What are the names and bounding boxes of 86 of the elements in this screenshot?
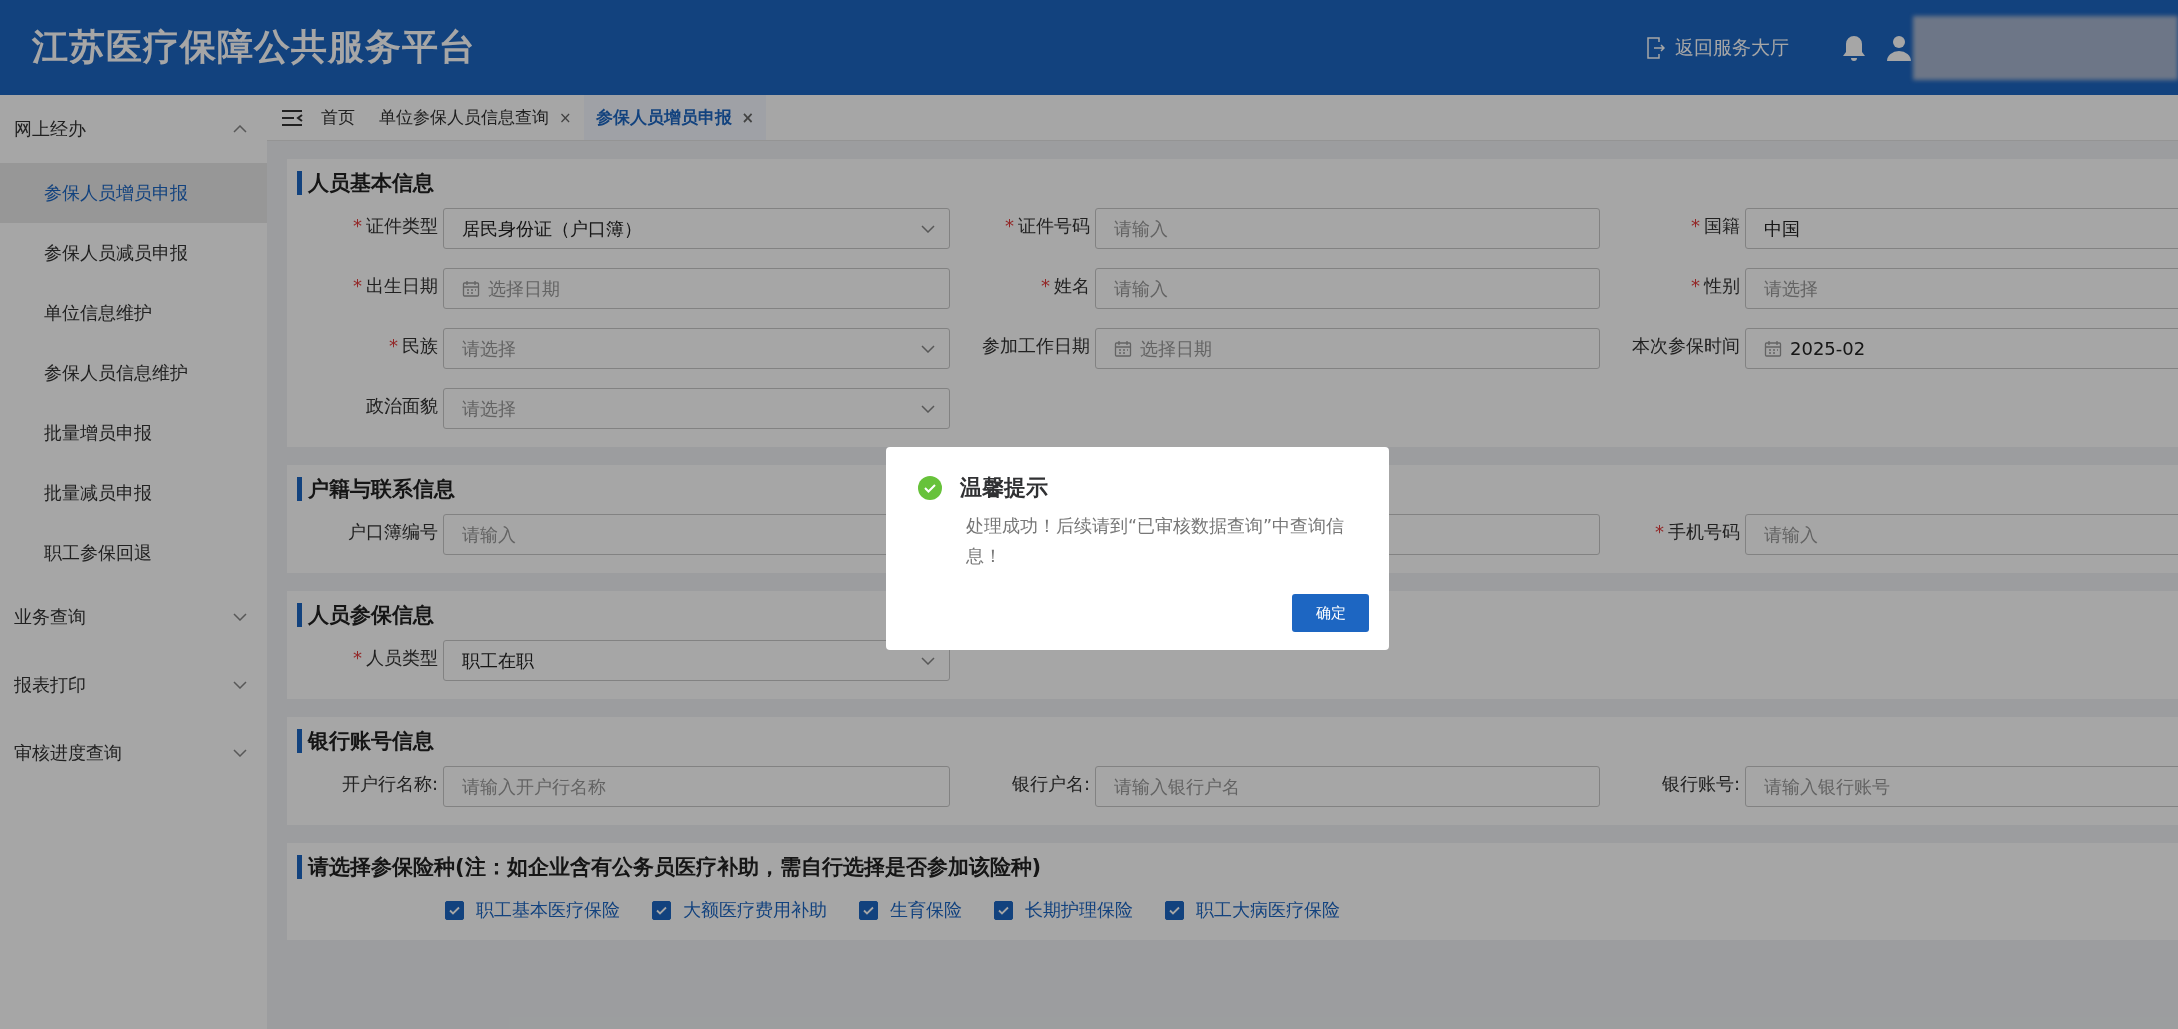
field-label: * 证件类型 bbox=[352, 214, 438, 238]
chevron-icon bbox=[921, 344, 935, 353]
site-title: 江苏医疗保障公共服务平台 bbox=[32, 25, 477, 69]
tab[interactable]: 首页 bbox=[309, 95, 367, 140]
section-title: 人员基本信息 bbox=[297, 171, 2178, 195]
sidebar-group[interactable]: 审核进度查询 bbox=[0, 719, 267, 787]
dialog-title: 温馨提示 bbox=[960, 474, 1048, 502]
close-icon[interactable]: × bbox=[559, 108, 572, 127]
back-link[interactable]: 返回服务大厅 bbox=[1647, 34, 1789, 61]
field-label: * 性别 bbox=[1690, 274, 1740, 298]
menu-icon[interactable] bbox=[281, 108, 303, 127]
section-title: 请选择参保险种(注：如企业含有公务员医疗补助，需自行选择是否参加该险种) bbox=[297, 855, 2178, 879]
field-label: 银行账号: bbox=[1660, 772, 1740, 796]
field-label: 本次参保时间 bbox=[1631, 334, 1740, 358]
input-field[interactable]: 请选择 bbox=[1745, 268, 2178, 309]
close-icon[interactable]: × bbox=[741, 108, 755, 127]
sidebar-item[interactable]: 批量减员申报 bbox=[0, 463, 267, 523]
input-field[interactable]: 请输入 bbox=[1095, 268, 1600, 309]
date-field[interactable]: 选择日期 bbox=[1095, 328, 1600, 369]
insurance-checkbox[interactable]: 大额医疗费用补助 bbox=[652, 898, 827, 922]
success-check-icon bbox=[918, 476, 942, 500]
field-label: * 国籍 bbox=[1690, 214, 1740, 238]
sidebar-item[interactable]: 参保人员信息维护 bbox=[0, 343, 267, 403]
date-field[interactable]: 2025-02 bbox=[1745, 328, 2178, 369]
select-field[interactable]: 请选择 bbox=[443, 388, 950, 429]
checkbox[interactable] bbox=[859, 900, 878, 920]
chevron-icon bbox=[921, 656, 935, 665]
select-field[interactable]: 居民身份证（户口簿） bbox=[443, 208, 950, 249]
checkbox[interactable] bbox=[1165, 900, 1184, 920]
field-label: 银行户名: bbox=[1010, 772, 1090, 796]
select-field[interactable]: 职工在职 bbox=[443, 640, 950, 681]
input-field[interactable]: 中国 bbox=[1745, 208, 2178, 249]
input-field[interactable]: 请输入 bbox=[1745, 514, 2178, 555]
check-icon bbox=[449, 905, 460, 915]
sidebar-item[interactable]: 参保人员增员申报 bbox=[0, 163, 267, 223]
field-label: * 手机号码 bbox=[1654, 520, 1740, 544]
user-icon[interactable] bbox=[1887, 34, 1911, 61]
field-label: 户口簿编号 bbox=[347, 520, 438, 544]
input-field[interactable]: 请输入开户行名称 bbox=[443, 766, 950, 807]
sidebar-group[interactable]: 网上经办 bbox=[0, 95, 267, 163]
sidebar-item[interactable]: 单位信息维护 bbox=[0, 283, 267, 343]
input-field[interactable]: 请输入 bbox=[1095, 208, 1600, 249]
select-field[interactable]: 请选择 bbox=[443, 328, 950, 369]
insurance-checkbox[interactable]: 职工大病医疗保险 bbox=[1165, 898, 1340, 922]
chevron-icon bbox=[921, 404, 935, 413]
sidebar-item[interactable]: 批量增员申报 bbox=[0, 403, 267, 463]
checkbox[interactable] bbox=[445, 900, 464, 920]
field-label: * 出生日期 bbox=[352, 274, 438, 298]
confirm-button[interactable]: 确定 bbox=[1292, 594, 1369, 632]
calendar-icon bbox=[1764, 339, 1782, 358]
input-field[interactable]: 请输入银行账号 bbox=[1745, 766, 2178, 807]
chevron-icon bbox=[921, 224, 935, 233]
tab[interactable]: 参保人员增员申报 × bbox=[583, 95, 767, 140]
sidebar-item[interactable]: 参保人员减员申报 bbox=[0, 223, 267, 283]
field-label: * 证件号码 bbox=[1004, 214, 1090, 238]
chevron-icon bbox=[233, 749, 247, 757]
field-label: * 人员类型 bbox=[352, 646, 438, 670]
sidebar-group[interactable]: 业务查询 bbox=[0, 583, 267, 651]
check-icon bbox=[863, 905, 874, 915]
dialog-message: 处理成功！后续请到“已审核数据查询”中查询信息！ bbox=[966, 515, 1346, 568]
calendar-icon bbox=[462, 279, 480, 298]
sidebar-group[interactable]: 报表打印 bbox=[0, 651, 267, 719]
calendar-icon bbox=[1114, 339, 1132, 358]
chevron-icon bbox=[233, 613, 247, 621]
insurance-checkbox[interactable]: 职工基本医疗保险 bbox=[445, 898, 620, 922]
sidebar-item[interactable]: 职工参保回退 bbox=[0, 523, 267, 583]
exit-icon bbox=[1647, 36, 1665, 59]
bell-icon[interactable] bbox=[1841, 33, 1867, 62]
chevron-icon bbox=[233, 125, 247, 133]
checkbox[interactable] bbox=[994, 900, 1013, 920]
field-label: * 姓名 bbox=[1040, 274, 1090, 298]
field-label: 开户行名称: bbox=[340, 772, 438, 796]
insurance-checkbox[interactable]: 长期护理保险 bbox=[994, 898, 1133, 922]
field-label: 政治面貌 bbox=[365, 394, 438, 418]
field-label: * 民族 bbox=[388, 334, 438, 358]
checkbox[interactable] bbox=[652, 900, 671, 920]
check-icon bbox=[656, 905, 667, 915]
section-title: 银行账号信息 bbox=[297, 729, 2178, 753]
tab[interactable]: 单位参保人员信息查询 × bbox=[367, 95, 584, 140]
check-icon bbox=[998, 905, 1009, 915]
insurance-checkbox[interactable]: 生育保险 bbox=[859, 898, 962, 922]
field-label: 参加工作日期 bbox=[981, 334, 1090, 358]
date-field[interactable]: 选择日期 bbox=[443, 268, 950, 309]
chevron-icon bbox=[233, 681, 247, 689]
input-field[interactable]: 请输入银行户名 bbox=[1095, 766, 1600, 807]
check-icon bbox=[1169, 905, 1180, 915]
